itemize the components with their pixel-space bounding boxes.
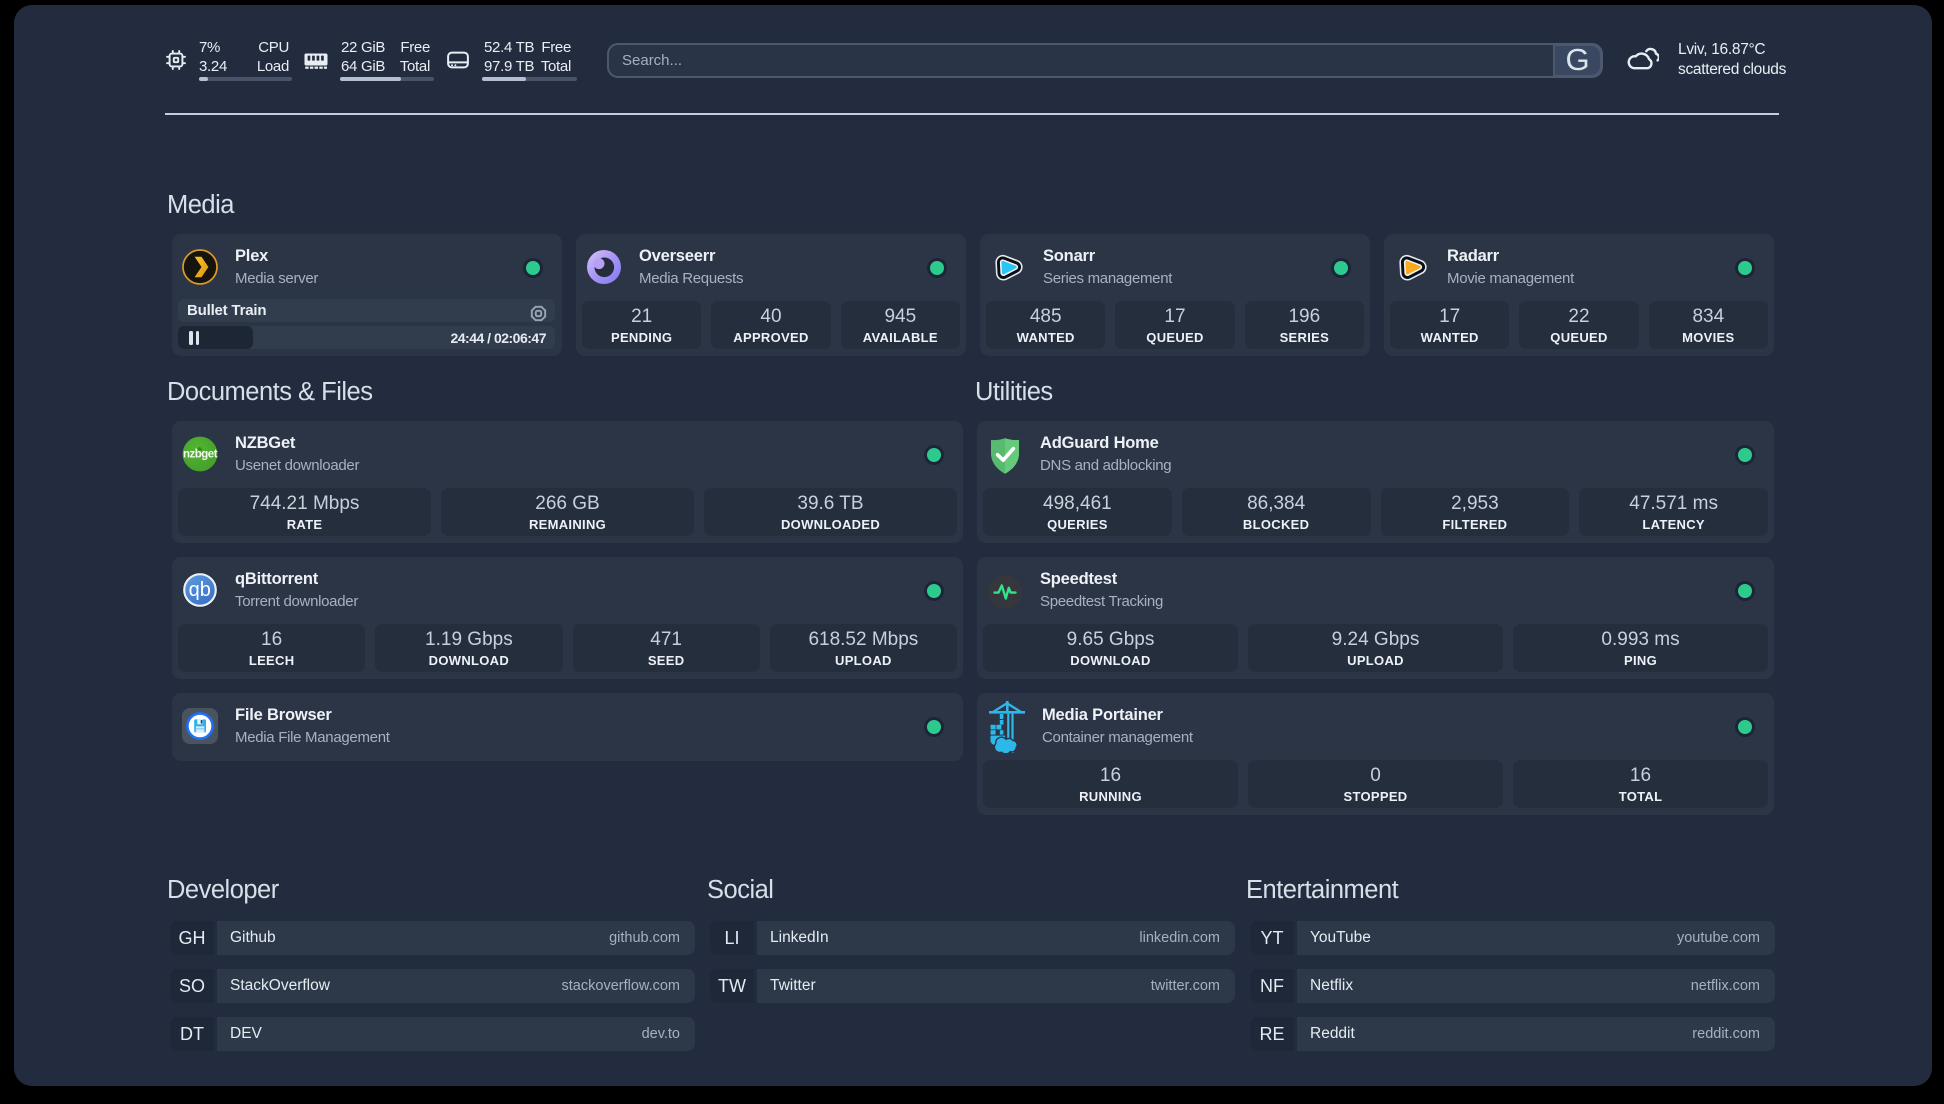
svg-text:nzbget: nzbget <box>183 449 218 461</box>
svg-text:qb: qb <box>189 579 211 601</box>
